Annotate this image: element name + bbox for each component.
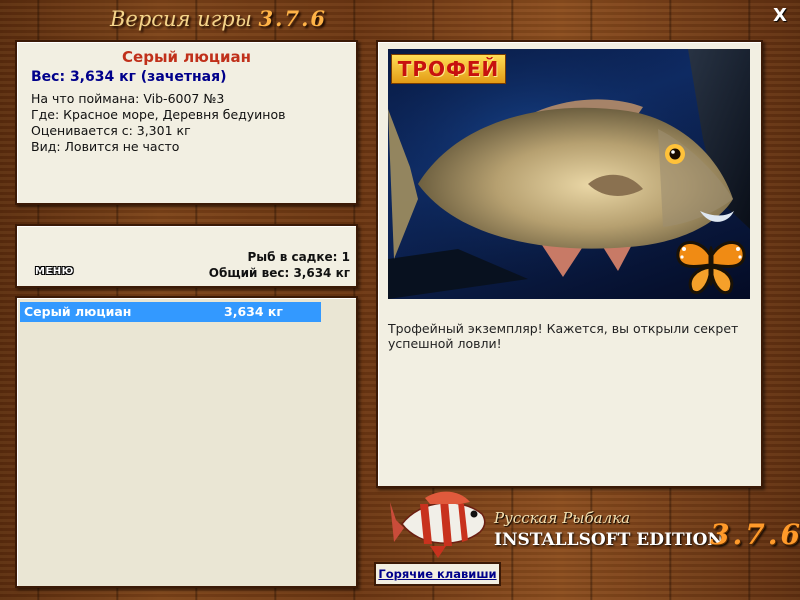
title-version: 3.7.6 — [258, 6, 328, 31]
list-item[interactable]: Серый люциан 3,634 кг — [20, 302, 321, 322]
game-version-title: Версия игры 3.7.6 — [110, 6, 327, 31]
title-text: Версия игры — [110, 7, 252, 31]
brand-subtitle: Русская Рыбалка — [494, 509, 631, 527]
brand-edition: INSTALLSOFT EDITION — [494, 530, 723, 550]
menu-button[interactable]: МЕНЮ — [35, 266, 74, 277]
catch-description: Трофейный экземпляр! Кажется, вы открыли… — [388, 321, 739, 351]
fish-location: Где: Красное море, Деревня бедуинов — [31, 107, 286, 122]
cage-summary-panel: МЕНЮ Рыб в садке: 1 Общий вес: 3,634 кг — [15, 224, 358, 288]
fish-photo: ТРОФЕЙ — [388, 49, 750, 299]
brand-fish-logo — [390, 491, 486, 558]
list-item-weight: 3,634 кг — [224, 304, 283, 319]
list-item-name: Серый люциан — [24, 304, 132, 319]
hotkeys-button[interactable]: Горячие клавиши — [374, 562, 501, 586]
fish-name: Серый люциан — [122, 48, 251, 66]
fish-weight: Вес: 3,634 кг (зачетная) — [31, 69, 227, 85]
fish-info-panel: Серый люциан Вес: 3,634 кг (зачетная) На… — [15, 40, 358, 205]
brand-version: 3.7.6 — [710, 518, 800, 551]
cage-total-weight: Общий вес: 3,634 кг — [208, 266, 350, 280]
fish-detail-panel: ТРОФЕЙ Трофейный экземпляр! Кажется, вы … — [376, 40, 763, 488]
fish-bait: На что поймана: Vib-6007 №3 — [31, 91, 225, 106]
butterfly-icon — [676, 241, 746, 294]
cage-count: Рыб в садке: 1 — [247, 250, 351, 264]
trophy-badge: ТРОФЕЙ — [391, 54, 506, 84]
close-button[interactable]: X — [770, 6, 790, 26]
fish-valued-from: Оценивается с: 3,301 кг — [31, 123, 191, 138]
catch-list: Серый люциан 3,634 кг — [15, 296, 358, 588]
fish-type: Вид: Ловится не часто — [31, 139, 180, 154]
